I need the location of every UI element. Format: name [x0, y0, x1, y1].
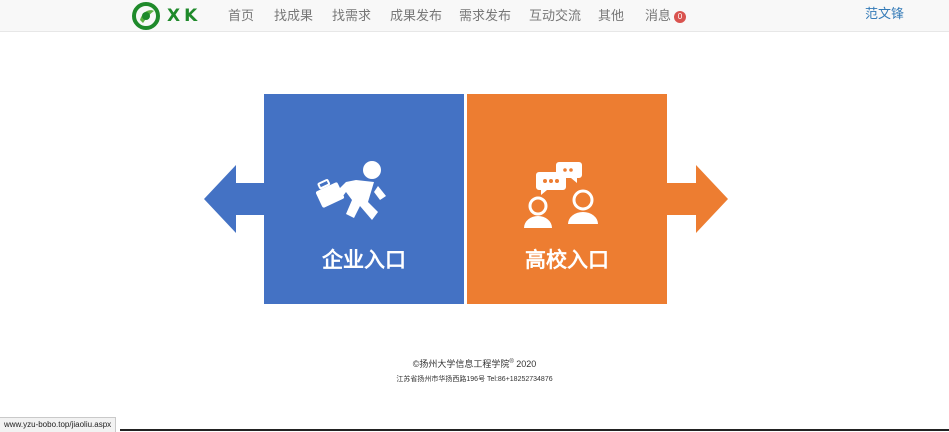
enterprise-entry-panel[interactable]: 企业入口 — [264, 94, 464, 304]
university-entry-panel[interactable]: 高校入口 — [467, 94, 667, 304]
two-people-chat-icon — [524, 162, 598, 228]
nav-other[interactable]: 其他 — [598, 0, 624, 31]
nav-messages[interactable]: 消息 0 — [645, 0, 687, 31]
enterprise-entry-label: 企业入口 — [322, 249, 406, 272]
university-entry-label: 高校入口 — [525, 249, 609, 272]
copyright-year: 2020 — [516, 359, 537, 369]
footer-copyright: ©扬州大学信息工程学院® 2020 — [0, 357, 949, 370]
running-person-with-briefcase-icon — [316, 161, 386, 220]
user-name-link[interactable]: 范文锋 — [865, 0, 904, 28]
copyright-text: ©扬州大学信息工程学院 — [412, 359, 510, 369]
browser-status-url: www.yzu-bobo.top/jiaoliu.aspx — [0, 417, 117, 432]
site-logo[interactable]: XK — [131, 1, 201, 31]
nav-find-results[interactable]: 找成果 — [274, 0, 313, 31]
nav-messages-label: 消息 — [645, 8, 672, 23]
top-navbar: XK 首页 找成果 找需求 成果发布 需求发布 互动交流 其他 消息 0 范文锋 — [0, 0, 949, 32]
messages-count-badge: 0 — [674, 11, 687, 23]
footer-address: 江苏省扬州市华扬西路196号 Tel:86+18252734876 — [396, 376, 553, 383]
nav-interaction[interactable]: 互动交流 — [529, 0, 581, 31]
nav-publish-demands[interactable]: 需求发布 — [459, 0, 511, 31]
registered-mark: ® — [509, 359, 514, 365]
logo-text: XK — [167, 6, 202, 26]
logo-leaf-icon — [132, 2, 160, 30]
nav-home[interactable]: 首页 — [228, 0, 254, 31]
nav-find-demands[interactable]: 找需求 — [332, 0, 371, 31]
right-arrow-icon — [666, 165, 728, 233]
nav-publish-results[interactable]: 成果发布 — [390, 0, 442, 31]
left-arrow-icon — [204, 165, 266, 233]
